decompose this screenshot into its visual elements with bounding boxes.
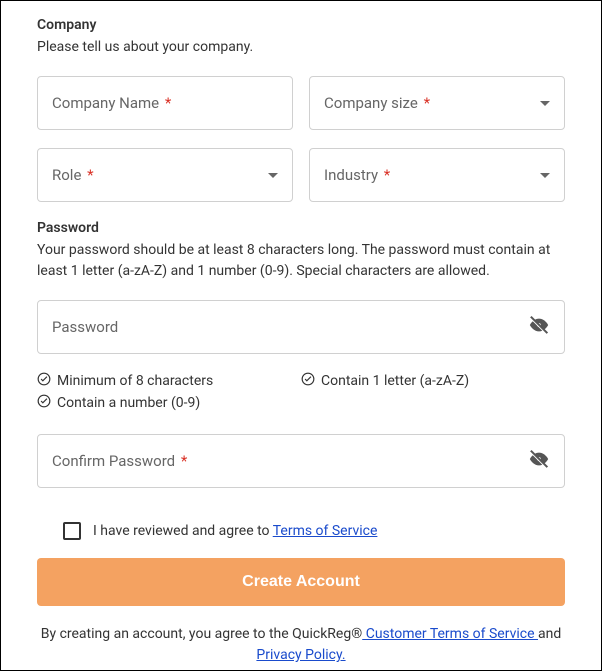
- company-title: Company: [37, 17, 565, 33]
- role-select[interactable]: Role *: [37, 148, 293, 202]
- password-title: Password: [37, 220, 565, 236]
- company-name-label: Company Name *: [52, 94, 171, 112]
- req-letter: Contain 1 letter (a-zA-Z): [301, 372, 565, 390]
- industry-select[interactable]: Industry *: [309, 148, 565, 202]
- terms-of-service-link[interactable]: Terms of Service: [273, 523, 378, 539]
- chevron-down-icon: [540, 95, 550, 111]
- footer-disclaimer: By creating an account, you agree to the…: [37, 624, 565, 666]
- confirm-password-input[interactable]: Confirm Password *: [37, 434, 565, 488]
- company-section: Company Please tell us about your compan…: [37, 17, 565, 202]
- create-account-button[interactable]: Create Account: [37, 558, 565, 606]
- check-circle-icon: [301, 372, 315, 390]
- password-requirements: Minimum of 8 characters Contain 1 letter…: [37, 372, 565, 416]
- terms-label: I have reviewed and agree to Terms of Se…: [93, 523, 377, 539]
- chevron-down-icon: [540, 167, 550, 183]
- check-circle-icon: [37, 394, 51, 412]
- password-input[interactable]: Password: [37, 300, 565, 354]
- company-size-label: Company size *: [324, 94, 430, 112]
- company-name-input[interactable]: Company Name *: [37, 76, 293, 130]
- company-size-select[interactable]: Company size *: [309, 76, 565, 130]
- terms-row: I have reviewed and agree to Terms of Se…: [63, 522, 565, 540]
- chevron-down-icon: [268, 167, 278, 183]
- industry-label: Industry *: [324, 166, 390, 184]
- req-number: Contain a number (0-9): [37, 394, 301, 412]
- password-desc: Your password should be at least 8 chara…: [37, 240, 565, 282]
- password-section: Password Your password should be at leas…: [37, 220, 565, 488]
- eye-off-icon[interactable]: [528, 314, 550, 340]
- customer-terms-link[interactable]: Customer Terms of Service: [362, 626, 538, 642]
- terms-checkbox[interactable]: [63, 522, 81, 540]
- check-circle-icon: [37, 372, 51, 390]
- company-desc: Please tell us about your company.: [37, 37, 565, 58]
- eye-off-icon[interactable]: [528, 448, 550, 474]
- role-label: Role *: [52, 166, 94, 184]
- req-min-chars: Minimum of 8 characters: [37, 372, 301, 390]
- password-label: Password: [52, 318, 118, 336]
- confirm-password-label: Confirm Password *: [52, 452, 187, 470]
- privacy-policy-link[interactable]: Privacy Policy.: [256, 647, 345, 663]
